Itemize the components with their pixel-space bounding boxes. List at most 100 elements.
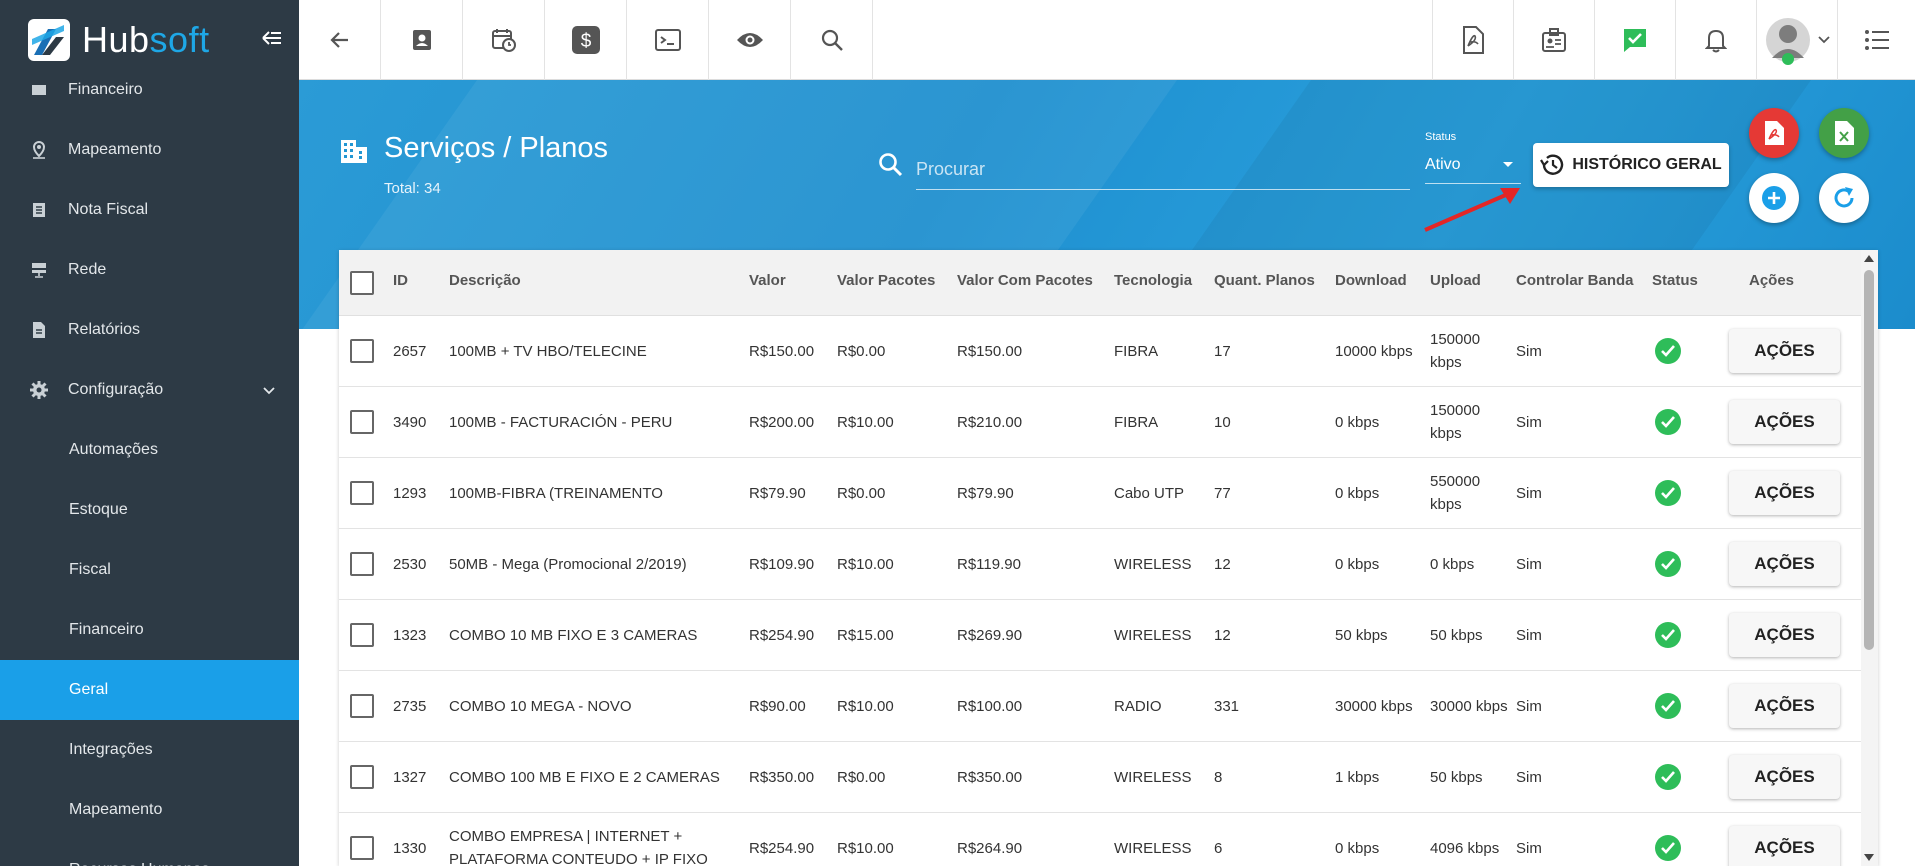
column-header[interactable]: Descrição bbox=[449, 272, 521, 289]
sidebar-subitem-integra-es[interactable]: Integrações bbox=[0, 720, 299, 780]
row-actions-button[interactable]: AÇÕES bbox=[1729, 684, 1840, 728]
sidebar-item-configura-o[interactable]: Configuração bbox=[0, 360, 299, 420]
table-row[interactable]: 1327 COMBO 100 MB E FIXO E 2 CAMERAS R$350… bbox=[339, 742, 1861, 813]
building-icon bbox=[340, 138, 368, 169]
menu-button[interactable] bbox=[1837, 0, 1915, 80]
search-input[interactable] bbox=[916, 150, 1410, 190]
cell-up: 0 kbps bbox=[1430, 556, 1475, 573]
column-header[interactable]: Valor bbox=[749, 272, 786, 289]
row-actions-button[interactable]: AÇÕES bbox=[1729, 542, 1840, 586]
task-check-icon bbox=[1624, 29, 1646, 52]
cell-qtd: 17 bbox=[1214, 343, 1231, 360]
row-checkbox[interactable] bbox=[350, 836, 374, 860]
cell-desc: COMBO EMPRESA | INTERNET + PLATAFORMA CO… bbox=[449, 828, 708, 866]
terminal-button[interactable] bbox=[627, 0, 709, 80]
tasks-button[interactable] bbox=[1594, 0, 1675, 80]
sidebar-subitem-mapeamento[interactable]: Mapeamento bbox=[0, 780, 299, 840]
actions-button-label: AÇÕES bbox=[1754, 554, 1815, 573]
bell-icon bbox=[1705, 29, 1727, 53]
notifications-button[interactable] bbox=[1675, 0, 1756, 80]
logo-text: Hubsoft bbox=[82, 19, 210, 60]
row-checkbox[interactable] bbox=[350, 694, 374, 718]
column-header[interactable]: Valor Com Pacotes bbox=[957, 272, 1093, 289]
sidebar-subitem-recursos-humanos[interactable]: Recursos Humanos bbox=[0, 840, 299, 866]
refresh-button[interactable] bbox=[1819, 173, 1869, 223]
export-pdf-button[interactable] bbox=[1749, 108, 1799, 158]
row-checkbox[interactable] bbox=[350, 410, 374, 434]
sidebar-item-label: Geral bbox=[69, 681, 109, 698]
row-actions-button[interactable]: AÇÕES bbox=[1729, 400, 1840, 444]
select-all-checkbox[interactable] bbox=[350, 271, 374, 295]
organization-button[interactable] bbox=[1513, 0, 1594, 80]
user-menu-button[interactable] bbox=[1756, 0, 1837, 80]
status-active-icon bbox=[1655, 338, 1681, 364]
column-header[interactable]: ID bbox=[393, 272, 408, 289]
finance-button[interactable]: $ bbox=[545, 0, 627, 80]
money-icon bbox=[30, 81, 48, 99]
history-button[interactable]: HISTÓRICO GERAL bbox=[1533, 143, 1729, 187]
history-button-label: HISTÓRICO GERAL bbox=[1572, 156, 1722, 173]
table-row[interactable]: 2530 50MB - Mega (Promocional 2/2019) R$10… bbox=[339, 529, 1861, 600]
column-header[interactable]: Ações bbox=[1749, 272, 1794, 289]
chevron-down-icon bbox=[1818, 36, 1830, 44]
row-checkbox[interactable] bbox=[350, 481, 374, 505]
scrollbar-thumb[interactable] bbox=[1864, 270, 1874, 650]
cell-down: 10000 kbps bbox=[1335, 343, 1413, 360]
table-row[interactable]: 1293 100MB-FIBRA (TREINAMENTO R$79.90 R$0.0… bbox=[339, 458, 1861, 529]
row-checkbox[interactable] bbox=[350, 552, 374, 576]
sidebar-subitem-fiscal[interactable]: Fiscal bbox=[0, 540, 299, 600]
row-checkbox[interactable] bbox=[350, 765, 374, 789]
row-actions-button[interactable]: AÇÕES bbox=[1729, 755, 1840, 799]
column-header[interactable]: Upload bbox=[1430, 272, 1481, 289]
search-button[interactable] bbox=[791, 0, 873, 80]
status-active-icon bbox=[1655, 693, 1681, 719]
column-header[interactable]: Tecnologia bbox=[1114, 272, 1192, 289]
sidebar-item-nota-fiscal[interactable]: Nota Fiscal bbox=[0, 180, 299, 240]
export-excel-button[interactable] bbox=[1819, 108, 1869, 158]
sidebar-item-rede[interactable]: Rede bbox=[0, 240, 299, 300]
column-header[interactable]: Quant. Planos bbox=[1214, 272, 1315, 289]
sidebar-item-relat-rios[interactable]: Relatórios bbox=[0, 300, 299, 360]
sidebar-subitem-estoque[interactable]: Estoque bbox=[0, 480, 299, 540]
cell-com: R$350.00 bbox=[957, 769, 1023, 786]
column-header[interactable]: Download bbox=[1335, 272, 1407, 289]
scroll-down-icon[interactable] bbox=[1864, 854, 1874, 861]
cell-qtd: 10 bbox=[1214, 414, 1231, 431]
row-actions-button[interactable]: AÇÕES bbox=[1729, 329, 1840, 373]
add-button[interactable] bbox=[1749, 173, 1799, 223]
collapse-sidebar-icon[interactable] bbox=[261, 28, 283, 54]
row-checkbox[interactable] bbox=[350, 623, 374, 647]
cell-up: 30000 kbps bbox=[1430, 698, 1508, 715]
column-header[interactable]: Valor Pacotes bbox=[837, 272, 935, 289]
row-actions-button[interactable]: AÇÕES bbox=[1729, 471, 1840, 515]
scroll-up-icon[interactable] bbox=[1864, 255, 1874, 262]
column-header[interactable]: Controlar Banda bbox=[1516, 272, 1634, 289]
column-header[interactable]: Status bbox=[1652, 272, 1698, 289]
cell-banda: Sim bbox=[1516, 769, 1542, 786]
sidebar-subitem-financeiro[interactable]: Financeiro bbox=[0, 600, 299, 660]
eye-icon bbox=[736, 33, 763, 47]
cell-down: 0 kbps bbox=[1335, 485, 1380, 502]
pdf-button[interactable] bbox=[1432, 0, 1513, 80]
table-row[interactable]: 2657 100MB + TV HBO/TELECINE R$150.00 R$0.0… bbox=[339, 316, 1861, 387]
sidebar-item-label: Nota Fiscal bbox=[68, 201, 149, 218]
table-row[interactable]: 2735 COMBO 10 MEGA - NOVO R$90.00 R$10.00 R$… bbox=[339, 671, 1861, 742]
row-actions-button[interactable]: AÇÕES bbox=[1729, 613, 1840, 657]
contacts-button[interactable] bbox=[381, 0, 463, 80]
view-button[interactable] bbox=[709, 0, 791, 80]
plans-table: ID Descrição Valor Valor Pacotes Valor Com P… bbox=[339, 250, 1878, 866]
status-filter-select[interactable]: Ativo bbox=[1425, 150, 1521, 184]
table-row[interactable]: 1330 COMBO EMPRESA | INTERNET + PLATAFORM… bbox=[339, 813, 1861, 866]
table-scrollbar[interactable] bbox=[1861, 250, 1878, 866]
cell-banda: Sim bbox=[1516, 556, 1542, 573]
row-checkbox[interactable] bbox=[350, 339, 374, 363]
table-row[interactable]: 3490 100MB - FACTURACIÓN - PERU R$200.00 R$… bbox=[339, 387, 1861, 458]
schedule-button[interactable] bbox=[463, 0, 545, 80]
back-button[interactable] bbox=[299, 0, 381, 80]
sidebar-subitem-automa-es[interactable]: Automações bbox=[0, 420, 299, 480]
sidebar-subitem-geral[interactable]: Geral bbox=[0, 660, 299, 720]
table-row[interactable]: 1323 COMBO 10 MB FIXO E 3 CAMERAS R$254.90… bbox=[339, 600, 1861, 671]
status-active-icon bbox=[1655, 551, 1681, 577]
sidebar-item-mapeamento[interactable]: Mapeamento bbox=[0, 120, 299, 180]
row-actions-button[interactable]: AÇÕES bbox=[1729, 826, 1840, 866]
